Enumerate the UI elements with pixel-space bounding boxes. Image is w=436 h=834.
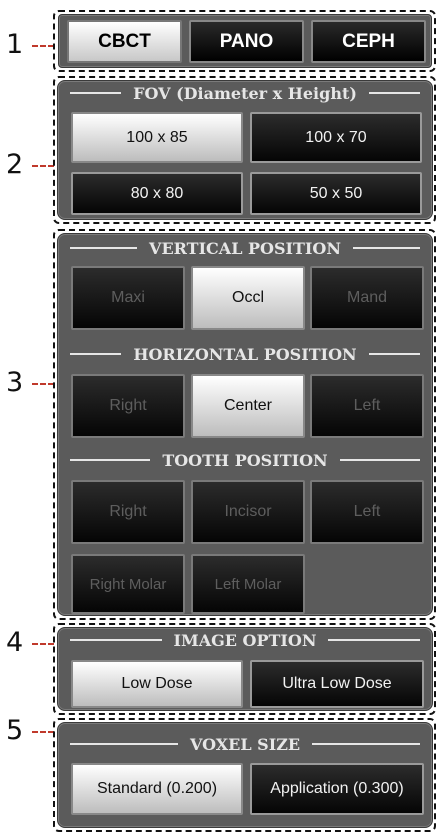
voxel-size-panel: VOXEL SIZE Standard (0.200) Application … [57, 722, 433, 828]
voxel-option-application[interactable]: Application (0.300) [250, 763, 424, 815]
image-option-ultra-low-dose[interactable]: Ultra Low Dose [250, 660, 424, 708]
horizontal-option-center[interactable]: Center [191, 374, 305, 438]
horizontal-title-row: HORIZONTAL POSITION [58, 344, 432, 364]
callout-leader [32, 165, 54, 167]
mode-tab-bar: CBCT PANO CEPH [58, 14, 432, 68]
tab-pano[interactable]: PANO [189, 20, 304, 63]
divider [70, 639, 162, 641]
fov-panel: FOV (Diameter x Height) 100 x 85 100 x 7… [57, 80, 433, 220]
horizontal-option-right[interactable]: Right [71, 374, 185, 438]
divider [70, 247, 138, 249]
voxel-size-title: VOXEL SIZE [189, 734, 301, 754]
callout-leader [32, 383, 54, 385]
divider [352, 247, 421, 249]
image-option-title: IMAGE OPTION [173, 630, 317, 650]
vertical-option-occl[interactable]: Occl [191, 266, 305, 330]
image-option-title-row: IMAGE OPTION [58, 630, 432, 650]
tooth-option-left-molar[interactable]: Left Molar [191, 554, 305, 614]
vertical-title: VERTICAL POSITION [149, 238, 341, 258]
fov-option-50x50[interactable]: 50 x 50 [250, 172, 422, 215]
tooth-title: TOOTH POSITION [162, 450, 328, 470]
position-panel: VERTICAL POSITION Maxi Occl Mand HORIZON… [57, 233, 433, 616]
divider [339, 459, 420, 461]
divider [368, 92, 420, 94]
callout-leader [32, 643, 54, 645]
callout-number: 2 [6, 149, 24, 180]
tooth-option-incisor[interactable]: Incisor [191, 480, 305, 544]
divider [70, 459, 151, 461]
fov-title: FOV (Diameter x Height) [133, 83, 357, 103]
divider [70, 353, 122, 355]
horizontal-title: HORIZONTAL POSITION [133, 344, 357, 364]
tooth-option-right[interactable]: Right [71, 480, 185, 544]
callout-number: 3 [6, 367, 24, 398]
tooth-title-row: TOOTH POSITION [58, 450, 432, 470]
vertical-title-row: VERTICAL POSITION [58, 238, 432, 258]
horizontal-option-left[interactable]: Left [310, 374, 424, 438]
voxel-size-title-row: VOXEL SIZE [58, 734, 432, 754]
vertical-option-maxi[interactable]: Maxi [71, 266, 185, 330]
divider [70, 743, 178, 745]
tab-ceph[interactable]: CEPH [311, 20, 426, 63]
callout-leader [32, 45, 54, 47]
voxel-option-standard[interactable]: Standard (0.200) [71, 763, 243, 815]
fov-option-100x85[interactable]: 100 x 85 [71, 112, 243, 163]
tooth-option-left[interactable]: Left [310, 480, 424, 544]
vertical-option-mand[interactable]: Mand [310, 266, 424, 330]
divider [328, 639, 420, 641]
fov-option-100x70[interactable]: 100 x 70 [250, 112, 422, 163]
callout-number: 5 [6, 715, 24, 746]
divider [70, 92, 122, 94]
divider [312, 743, 421, 745]
callout-number: 4 [6, 627, 24, 658]
callout-leader [32, 731, 54, 733]
image-option-low-dose[interactable]: Low Dose [71, 660, 243, 708]
tooth-option-right-molar[interactable]: Right Molar [71, 554, 185, 614]
fov-option-80x80[interactable]: 80 x 80 [71, 172, 243, 215]
image-option-panel: IMAGE OPTION Low Dose Ultra Low Dose [57, 627, 433, 711]
fov-title-row: FOV (Diameter x Height) [58, 83, 432, 103]
divider [368, 353, 420, 355]
tab-cbct[interactable]: CBCT [67, 20, 182, 63]
callout-number: 1 [6, 29, 24, 60]
